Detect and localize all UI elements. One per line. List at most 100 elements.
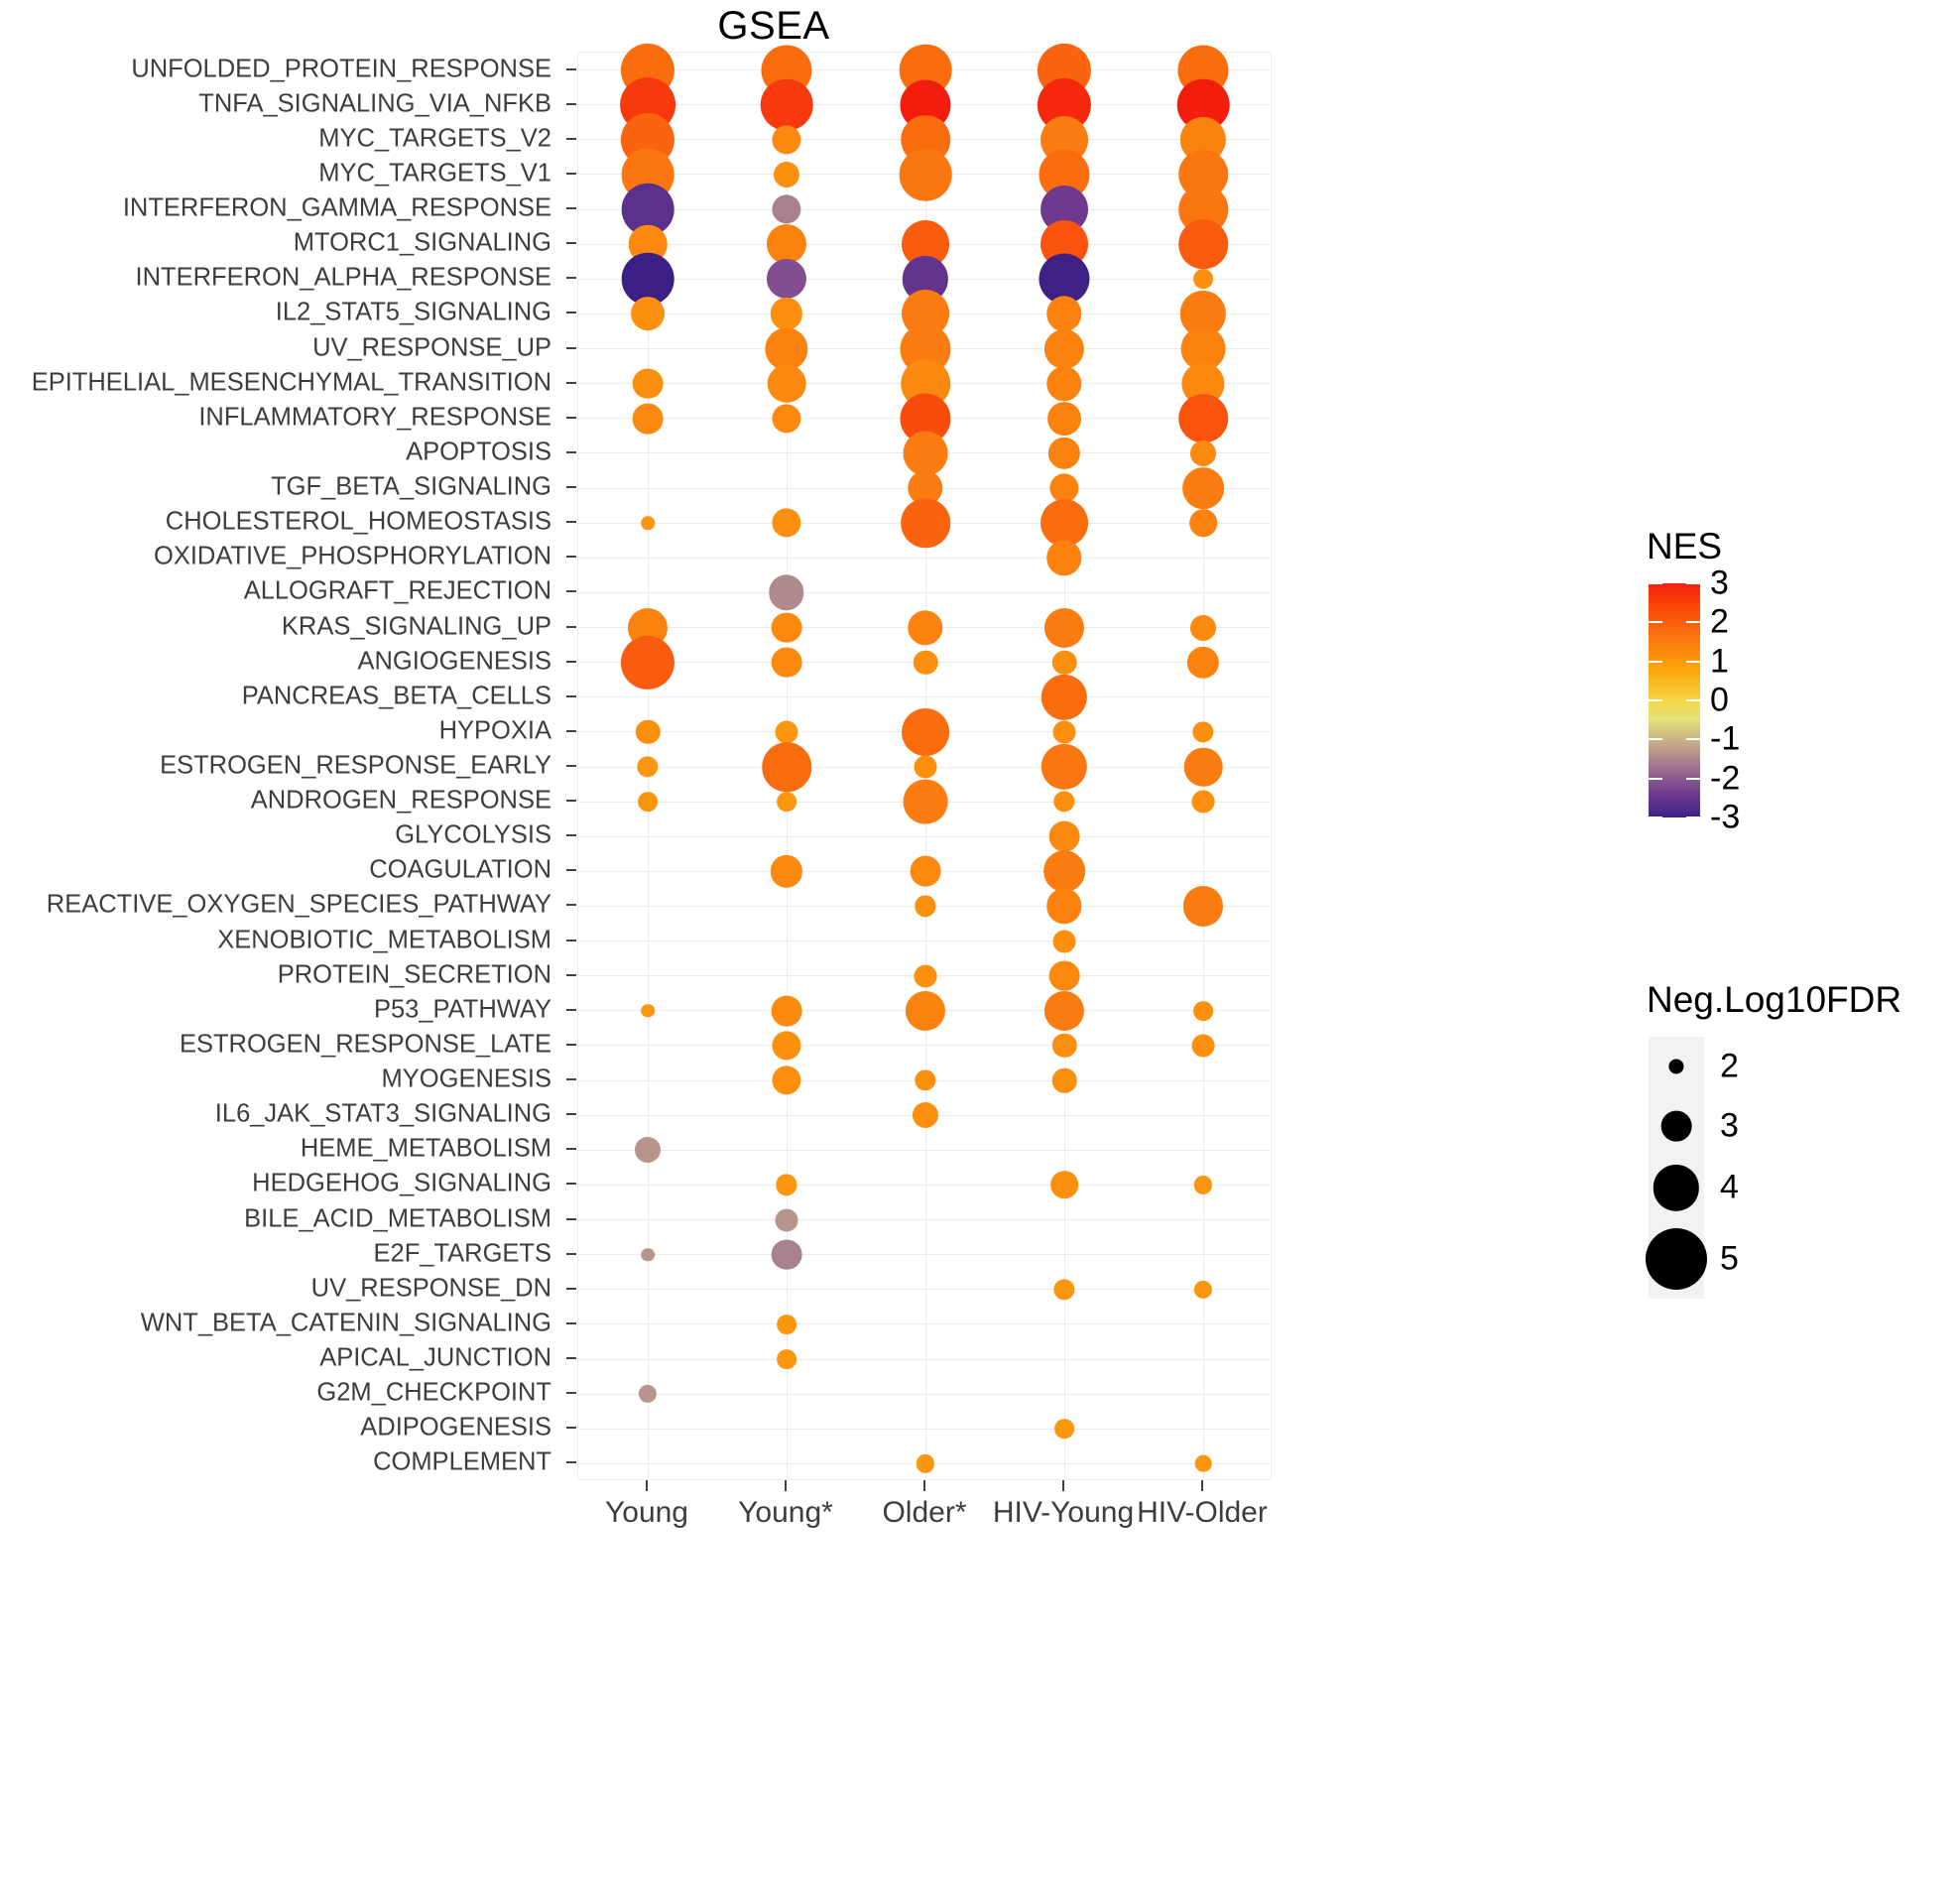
x-axis-tick xyxy=(1201,1480,1203,1491)
nes-legend-tick-label: 0 xyxy=(1710,681,1729,719)
y-axis-label: UNFOLDED_PROTEIN_RESPONSE xyxy=(131,55,551,83)
bubble-point xyxy=(635,719,661,745)
bubble-point xyxy=(771,995,802,1027)
bubble-point xyxy=(1189,439,1217,466)
y-axis-tick xyxy=(566,1078,576,1081)
bubble-point xyxy=(912,1102,939,1129)
bubble-point xyxy=(914,755,937,779)
bubble-point xyxy=(632,368,664,400)
nes-legend-tick xyxy=(1649,738,1662,741)
page-title: GSEA xyxy=(717,4,830,48)
bubble-point xyxy=(1051,1033,1077,1059)
size-legend-label: 3 xyxy=(1720,1106,1739,1145)
bubble-point xyxy=(772,125,801,155)
bubble-point xyxy=(1051,1067,1077,1093)
y-axis-label: EPITHELIAL_MESENCHYMAL_TRANSITION xyxy=(31,368,551,397)
bubble-point xyxy=(641,1247,655,1262)
bubble-point xyxy=(1191,1034,1215,1058)
y-axis-tick xyxy=(566,556,576,559)
y-axis-tick xyxy=(566,207,576,210)
x-axis-tick xyxy=(1062,1480,1064,1491)
gsea-bubble-plot: GSEA UNFOLDED_PROTEIN_RESPONSE TNFA_SIGNA… xyxy=(0,0,1960,1882)
y-axis-label: KRAS_SIGNALING_UP xyxy=(281,612,551,640)
y-axis-label: G2M_CHECKPOINT xyxy=(316,1378,551,1407)
bubble-point xyxy=(1186,646,1220,679)
bubble-point xyxy=(1050,1171,1078,1199)
bubble-point xyxy=(762,742,811,792)
size-legend-label: 5 xyxy=(1720,1239,1739,1278)
y-axis-tick xyxy=(566,1321,576,1324)
y-axis-label: BILE_ACID_METABOLISM xyxy=(244,1204,551,1233)
bubble-point xyxy=(1047,401,1081,436)
bubble-point xyxy=(1053,791,1075,813)
bubble-point xyxy=(631,297,665,331)
y-axis-label: APOPTOSIS xyxy=(406,438,551,466)
y-axis-tick xyxy=(566,1148,576,1151)
y-axis-tick xyxy=(566,521,576,524)
bubble-point xyxy=(1193,1000,1213,1021)
nes-legend-tick xyxy=(1686,699,1700,701)
bubble-point xyxy=(903,431,948,476)
bubble-point xyxy=(1048,960,1080,992)
bubble-point xyxy=(1193,269,1213,290)
y-axis-label: IL2_STAT5_SIGNALING xyxy=(275,298,551,326)
nes-legend-title: NES xyxy=(1647,526,1723,566)
bubble-point xyxy=(1194,1455,1212,1472)
y-axis-tick xyxy=(566,1113,576,1116)
y-axis-label: MTORC1_SIGNALING xyxy=(293,228,551,257)
y-axis-label: XENOBIOTIC_METABOLISM xyxy=(217,926,551,954)
y-axis-label: TNFA_SIGNALING_VIA_NFKB xyxy=(198,89,551,118)
nes-legend-tick xyxy=(1649,582,1662,584)
y-axis-label: HEME_METABOLISM xyxy=(300,1134,551,1163)
y-axis-tick xyxy=(566,1392,576,1395)
bubble-point xyxy=(1047,437,1081,470)
y-axis-label: REACTIVE_OXYGEN_SPECIES_PATHWAY xyxy=(46,890,551,919)
nes-legend-tick xyxy=(1686,621,1700,624)
bubble-point xyxy=(1052,930,1076,953)
bubble-point xyxy=(770,298,803,330)
bubble-point xyxy=(1043,607,1085,648)
bubble-point xyxy=(1054,1419,1074,1440)
x-axis-tick xyxy=(646,1480,648,1491)
y-axis-tick xyxy=(566,1427,576,1430)
bubble-point xyxy=(1048,820,1080,852)
y-axis-tick xyxy=(566,1461,576,1464)
y-axis-label: COAGULATION xyxy=(369,855,551,884)
y-axis-tick xyxy=(566,1183,576,1186)
bubble-point xyxy=(766,259,807,300)
bubble-point xyxy=(775,720,798,744)
bubble-point xyxy=(772,1031,801,1061)
bubble-point xyxy=(1192,721,1214,743)
nes-legend-tick-label: 2 xyxy=(1710,602,1729,641)
bubble-point xyxy=(910,855,941,887)
bubble-point xyxy=(905,990,946,1031)
y-axis-tick xyxy=(566,590,576,593)
bubble-point xyxy=(769,574,804,611)
x-axis-label: HIV-Older xyxy=(1137,1496,1268,1529)
bubble-point xyxy=(1053,1279,1075,1301)
bubble-point xyxy=(777,1315,796,1334)
nes-legend-tick-label: -1 xyxy=(1710,719,1741,758)
bubble-point xyxy=(1051,650,1077,675)
bubble-point xyxy=(915,1069,936,1091)
y-axis-tick xyxy=(566,1287,576,1290)
bubble-point xyxy=(1191,790,1215,814)
y-axis-label: TGF_BETA_SIGNALING xyxy=(271,472,551,501)
y-axis-tick xyxy=(566,381,576,384)
y-axis-tick xyxy=(566,242,576,245)
size-legend-label: 4 xyxy=(1720,1168,1739,1206)
bubble-point xyxy=(771,612,802,643)
y-axis-label: IL6_JAK_STAT3_SIGNALING xyxy=(214,1099,551,1128)
bubble-point xyxy=(1182,886,1224,927)
bubble-point xyxy=(901,498,950,548)
y-axis-tick xyxy=(566,1217,576,1220)
y-axis-tick xyxy=(566,694,576,697)
nes-legend-tick-label: 3 xyxy=(1710,564,1729,602)
y-axis-label: ANGIOGENESIS xyxy=(357,647,551,676)
bubble-point xyxy=(903,779,948,824)
x-axis-tick xyxy=(785,1480,787,1491)
bubble-point xyxy=(766,224,807,265)
y-axis-label: UV_RESPONSE_UP xyxy=(312,333,551,362)
y-axis-label: INFLAMMATORY_RESPONSE xyxy=(198,403,551,432)
nes-legend-tick xyxy=(1686,816,1700,818)
